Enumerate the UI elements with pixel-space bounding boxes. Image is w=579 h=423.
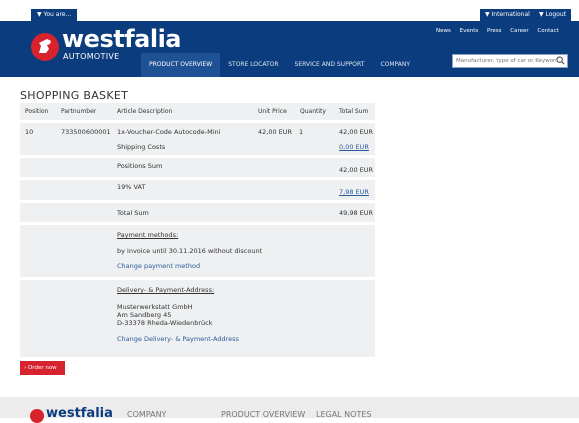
item-description: 1x-Voucher-Code Autocode-Mini <box>117 128 221 136</box>
change-address-link[interactable]: Change Delivery- & Payment-Address <box>117 335 239 343</box>
you-are-dropdown[interactable]: ▼ You are... <box>31 9 78 21</box>
horse-logo-icon <box>30 409 44 423</box>
header-partnumber: Partnumber <box>61 108 97 115</box>
main-nav: PRODUCT OVERVIEW STORE LOCATOR SERVICE A… <box>141 53 418 77</box>
item-quantity: 1 <box>299 128 304 136</box>
divider <box>20 155 375 158</box>
table-header-row: Position Partnumber Article Description … <box>20 103 375 119</box>
divider <box>20 277 375 280</box>
header-description: Article Description <box>117 108 173 115</box>
nav-store-locator[interactable]: STORE LOCATOR <box>220 53 286 77</box>
address-city: D-33378 Rheda-Wiedenbrück <box>117 319 213 327</box>
header-unit-price: Unit Price <box>258 108 287 115</box>
international-dropdown[interactable]: ▼ International <box>480 9 535 21</box>
divider <box>20 177 375 180</box>
address-company: Musterwerkstatt GmbH <box>117 303 193 311</box>
payment-title: Payment methods: <box>117 231 179 239</box>
top-link-events[interactable]: Events <box>460 28 479 34</box>
divider <box>20 222 375 225</box>
logout-button[interactable]: ▼ Logout <box>534 9 572 21</box>
top-links: News Events Press Career Contact <box>436 28 566 34</box>
top-link-press[interactable]: Press <box>487 28 501 34</box>
vat-value[interactable]: 7,98 EUR <box>339 188 369 196</box>
logo-subtitle: AUTOMOTIVE <box>63 52 120 61</box>
site-footer: westfalia COMPANY PRODUCT OVERVIEW LEGAL… <box>0 397 579 423</box>
total-label: Total Sum <box>117 209 149 217</box>
order-now-button[interactable]: › Order now <box>20 361 65 375</box>
divider <box>20 120 375 123</box>
horse-logo-icon <box>31 33 59 61</box>
address-title: Delivery- & Payment-Address: <box>117 286 215 294</box>
address-street: Am Sandberg 45 <box>117 311 172 319</box>
header-quantity: Quantity <box>300 108 326 115</box>
nav-service-support[interactable]: SERVICE AND SUPPORT <box>287 53 373 77</box>
positions-sum-label: Positions Sum <box>117 162 163 170</box>
basket-table: Position Partnumber Article Description … <box>20 103 375 357</box>
chevron-right-icon: › <box>24 365 27 371</box>
item-unit-price: 42,00 EUR <box>258 128 293 136</box>
footer-logo-wordmark: westfalia <box>46 406 113 421</box>
item-position: 10 <box>25 128 34 136</box>
item-total: 42,00 EUR <box>339 128 374 136</box>
item-partnumber: 733500600001 <box>61 128 111 136</box>
positions-sum-value: 42,00 EUR <box>339 166 374 174</box>
top-bar: ▼ You are... ▼ International ▼ Logout <box>0 0 579 21</box>
site-header: westfalia AUTOMOTIVE News Events Press C… <box>0 21 579 77</box>
search-input[interactable] <box>453 55 559 67</box>
nav-company[interactable]: COMPANY <box>372 53 418 77</box>
payment-text: by invoice until 30.11.2016 without disc… <box>117 247 263 255</box>
header-total: Total Sum <box>339 108 369 115</box>
shipping-value[interactable]: 0,00 EUR <box>339 143 369 151</box>
top-link-career[interactable]: Career <box>510 28 528 34</box>
top-link-contact[interactable]: Contact <box>537 28 558 34</box>
search-icon[interactable] <box>556 56 565 67</box>
logo-wordmark: westfalia <box>62 25 182 53</box>
change-payment-link[interactable]: Change payment method <box>117 262 200 270</box>
page-title: SHOPPING BASKET <box>20 89 129 102</box>
search-box <box>452 54 568 68</box>
vat-label: 19% VAT <box>117 183 146 191</box>
nav-product-overview[interactable]: PRODUCT OVERVIEW <box>141 53 221 77</box>
divider <box>20 200 375 203</box>
top-link-news[interactable]: News <box>436 28 451 34</box>
header-position: Position <box>25 108 49 115</box>
shipping-label: Shipping Costs <box>117 143 166 151</box>
order-now-label: Order now <box>27 365 57 371</box>
total-value: 49,98 EUR <box>339 209 374 217</box>
